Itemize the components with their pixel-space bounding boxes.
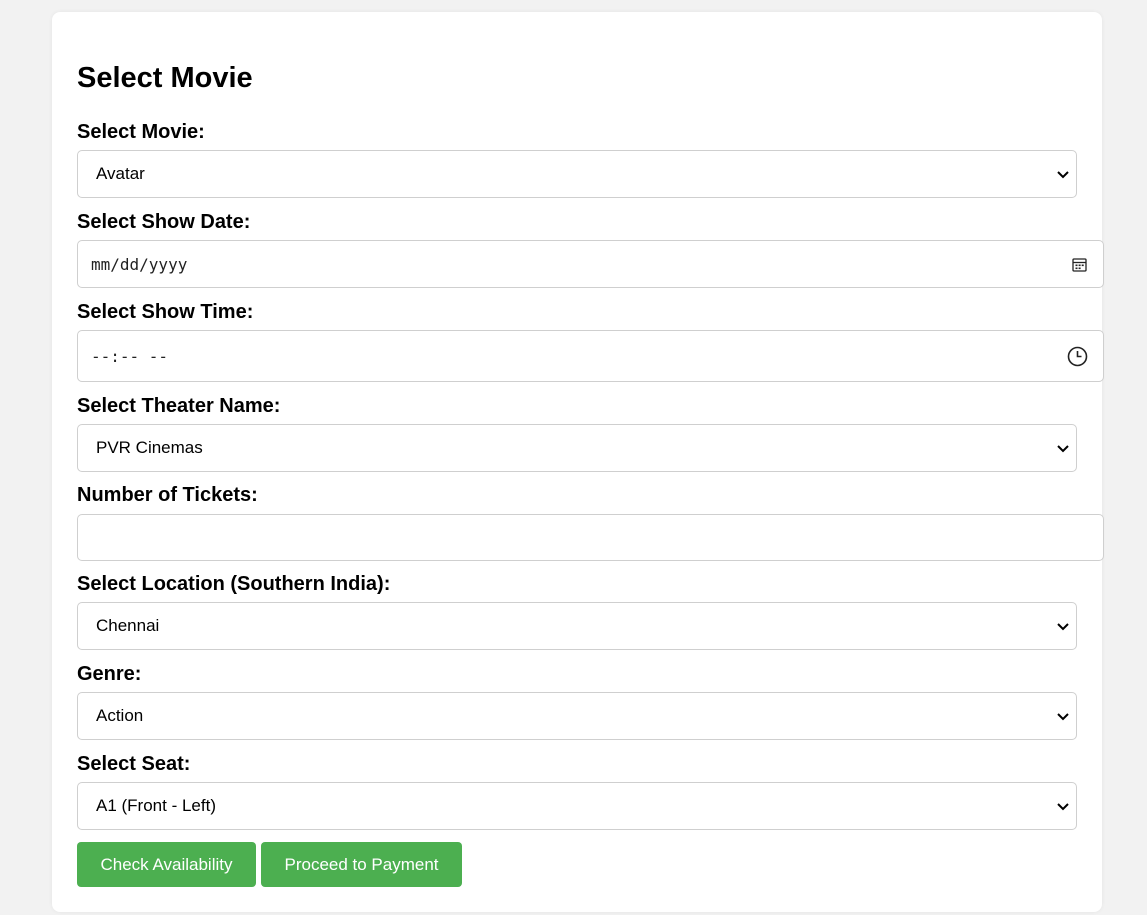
show-date-placeholder: mm/dd/yyyy [91, 254, 188, 274]
movie-select[interactable]: Avatar [77, 150, 1077, 198]
location-label: Select Location (Southern India): [77, 573, 391, 595]
tickets-label: Number of Tickets: [77, 484, 258, 506]
theater-label: Select Theater Name: [77, 395, 281, 417]
seat-select[interactable]: A1 (Front - Left) [77, 782, 1077, 830]
location-select-value: Chennai [96, 616, 160, 635]
booking-form-card: Select Movie Select Movie: Avatar Select… [52, 12, 1104, 912]
proceed-to-payment-button[interactable]: Proceed to Payment [261, 842, 462, 887]
chevron-down-icon [1057, 623, 1069, 631]
movie-select-value: Avatar [96, 164, 145, 183]
chevron-down-icon [1057, 171, 1069, 179]
tickets-input[interactable] [77, 514, 1104, 561]
chevron-down-icon [1057, 803, 1069, 811]
chevron-down-icon [1057, 445, 1069, 453]
genre-select-value: Action [96, 706, 144, 725]
page-title: Select Movie [77, 62, 253, 94]
genre-select[interactable]: Action [77, 692, 1077, 740]
clock-icon[interactable] [1067, 346, 1088, 367]
check-availability-button[interactable]: Check Availability [77, 842, 256, 887]
show-time-input[interactable]: --:-- -- [77, 330, 1104, 382]
theater-select[interactable]: PVR Cinemas [77, 424, 1077, 472]
genre-label: Genre: [77, 663, 142, 685]
show-date-input[interactable]: mm/dd/yyyy [77, 240, 1104, 288]
seat-select-value: A1 (Front - Left) [96, 796, 216, 815]
calendar-icon[interactable] [1072, 257, 1087, 272]
location-select[interactable]: Chennai [77, 602, 1077, 650]
show-time-placeholder: --:-- -- [91, 346, 169, 366]
show-date-label: Select Show Date: [77, 211, 251, 233]
seat-label: Select Seat: [77, 753, 191, 775]
theater-select-value: PVR Cinemas [96, 438, 203, 457]
show-time-label: Select Show Time: [77, 301, 254, 323]
chevron-down-icon [1057, 713, 1069, 721]
movie-label: Select Movie: [77, 121, 205, 143]
